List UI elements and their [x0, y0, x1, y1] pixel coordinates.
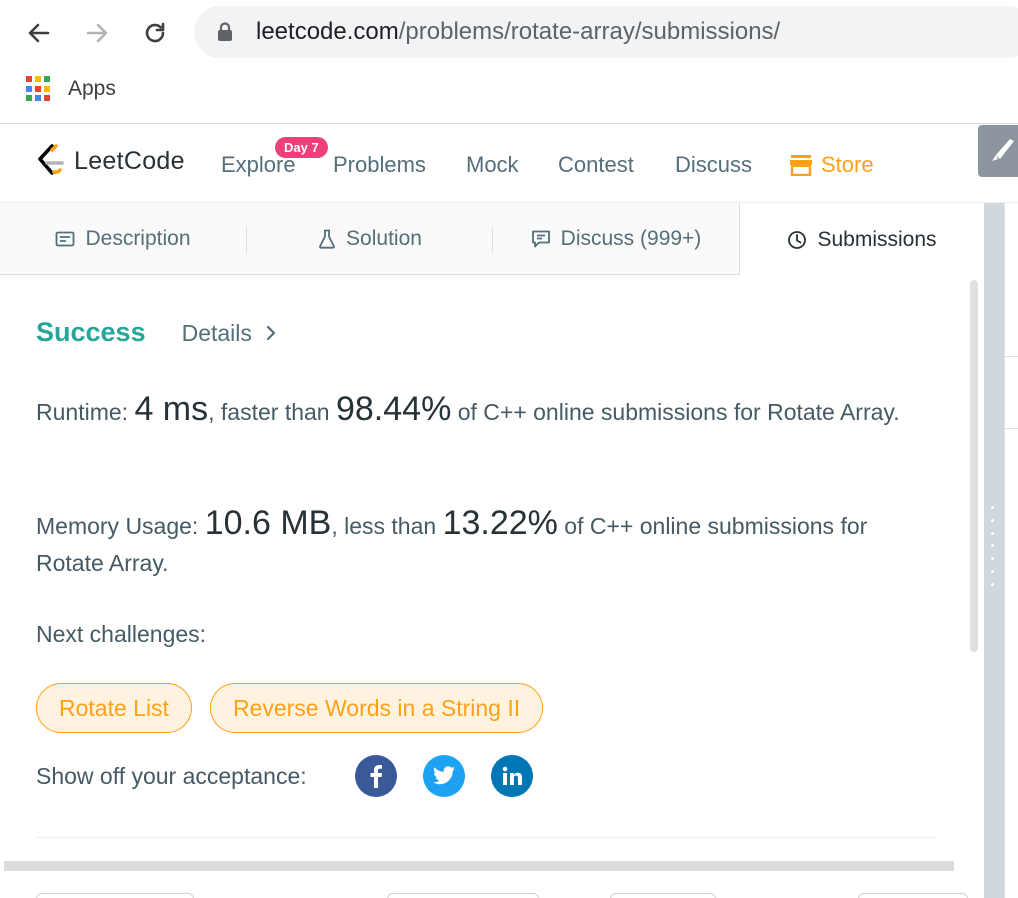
url-domain: leetcode.com	[256, 18, 399, 45]
share-row: Show off your acceptance:	[36, 755, 533, 797]
success-status: Success	[36, 317, 146, 347]
details-link[interactable]: Details	[182, 320, 252, 347]
share-label: Show off your acceptance:	[36, 762, 307, 789]
challenge-reverse-words[interactable]: Reverse Words in a String II	[209, 683, 544, 733]
partial-button[interactable]	[36, 893, 194, 898]
site-header: LeetCode Explore Day 7 Problems Mock Con…	[0, 125, 1018, 203]
rocket-icon	[992, 139, 1014, 161]
store-icon	[790, 155, 812, 176]
status-row: Success Details	[36, 317, 276, 348]
tab-submissions-label: Submissions	[817, 227, 937, 251]
horizontal-scrollbar[interactable]	[4, 861, 954, 871]
clock-icon	[787, 230, 807, 250]
problem-tabs: Description Solution Discuss (999+) Subm…	[0, 203, 984, 276]
partial-button[interactable]	[610, 893, 716, 898]
pane-divider-line	[1004, 356, 1018, 357]
drag-handle-icon[interactable]	[991, 506, 995, 586]
leetcode-logo[interactable]: LeetCode	[34, 143, 185, 179]
url-path: /problems/rotate-array/submissions/	[398, 18, 781, 45]
tab-description-label: Description	[85, 227, 191, 250]
apps-label: Apps	[68, 77, 116, 100]
leetcode-logo-icon	[38, 144, 64, 175]
linkedin-icon[interactable]	[490, 755, 533, 797]
tab-discuss-label: Discuss (999+)	[560, 227, 702, 250]
runtime-stat: Runtime: 4 ms, faster than 98.44% of C++…	[36, 391, 936, 431]
runtime-label: Runtime:	[36, 399, 129, 425]
back-arrow-icon	[28, 23, 50, 43]
address-bar[interactable]: leetcode.com/problems/rotate-array/submi…	[194, 6, 1018, 58]
tab-submissions[interactable]: Submissions	[739, 203, 984, 276]
next-challenges-label: Next challenges:	[36, 621, 207, 647]
forward-button[interactable]	[78, 14, 116, 52]
twitter-icon[interactable]	[422, 755, 465, 797]
rocket-button[interactable]	[978, 125, 1018, 177]
memory-label: Memory Usage:	[36, 513, 199, 539]
bookmark-apps[interactable]: Apps	[26, 76, 116, 102]
logo-text: LeetCode	[74, 146, 185, 175]
nav-contest[interactable]: Contest	[558, 152, 634, 178]
forward-arrow-icon	[86, 23, 108, 43]
runtime-mid: , faster than	[208, 399, 330, 425]
tab-description[interactable]: Description	[0, 203, 246, 275]
back-button[interactable]	[20, 14, 58, 52]
nav-discuss[interactable]: Discuss	[675, 152, 752, 178]
day-badge: Day 7	[275, 137, 328, 158]
chevron-right-icon[interactable]	[266, 324, 276, 347]
facebook-icon[interactable]	[354, 755, 397, 797]
flask-icon	[318, 229, 336, 249]
right-pane-edge	[1004, 203, 1018, 898]
section-divider	[36, 837, 936, 838]
runtime-value: 4 ms	[134, 390, 209, 428]
pane-divider-line	[1004, 428, 1018, 429]
reload-icon	[145, 22, 165, 43]
tab-solution-label: Solution	[346, 227, 422, 250]
url-text: leetcode.com/problems/rotate-array/submi…	[256, 18, 780, 46]
runtime-percentile: 98.44%	[335, 390, 452, 428]
nav-problems[interactable]: Problems	[333, 152, 426, 178]
nav-mock[interactable]: Mock	[466, 152, 519, 178]
tab-solution[interactable]: Solution	[247, 203, 493, 275]
runtime-tail: of C++ online submissions for Rotate Arr…	[457, 399, 900, 425]
next-challenges: Rotate List Reverse Words in a String II	[36, 683, 561, 733]
nav-store[interactable]: Store	[789, 152, 874, 178]
lock-icon	[218, 22, 232, 41]
description-icon	[55, 230, 75, 248]
memory-stat: Memory Usage: 10.6 MB, less than 13.22% …	[36, 505, 936, 582]
vertical-scrollbar[interactable]	[970, 280, 978, 652]
memory-percentile: 13.22%	[442, 504, 558, 542]
memory-value: 10.6 MB	[204, 504, 332, 542]
comment-icon	[531, 229, 551, 249]
browser-chrome: leetcode.com/problems/rotate-array/submi…	[0, 0, 1018, 124]
partial-button[interactable]	[387, 893, 539, 898]
apps-grid-icon	[26, 76, 52, 102]
store-label: Store	[821, 152, 874, 177]
reload-button[interactable]	[136, 14, 174, 52]
challenge-rotate-list[interactable]: Rotate List	[36, 683, 192, 733]
memory-mid: , less than	[331, 513, 437, 539]
partial-button[interactable]	[858, 893, 968, 898]
tab-discuss[interactable]: Discuss (999+)	[493, 203, 739, 275]
